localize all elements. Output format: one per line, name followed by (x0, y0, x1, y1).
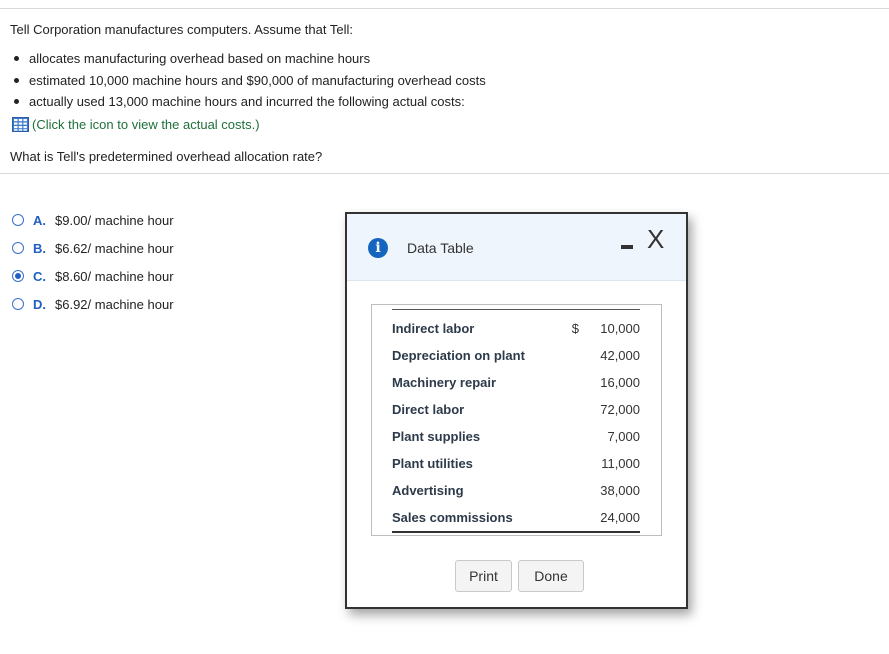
currency-symbol (557, 504, 579, 533)
cost-label: Indirect labor (392, 321, 475, 336)
radio-button[interactable] (12, 298, 24, 310)
currency-symbol: $ (571, 321, 579, 336)
choice-b[interactable]: B. $6.62/ machine hour (12, 234, 174, 262)
problem-intro: Tell Corporation manufactures computers.… (10, 22, 353, 37)
info-icon: i (368, 238, 388, 258)
table-row: Depreciation on plant 42,000 (392, 342, 640, 369)
currency-symbol (557, 369, 579, 396)
choice-c[interactable]: C. $8.60/ machine hour (12, 262, 174, 290)
currency-symbol (557, 396, 579, 423)
table-row: Direct labor 72,000 (392, 396, 640, 423)
print-button[interactable]: Print (455, 560, 512, 592)
costs-table-container: Indirect labor $ 10,000 Depreciation on … (371, 304, 662, 536)
cost-amount: 7,000 (607, 429, 640, 444)
cost-label: Machinery repair (392, 375, 497, 390)
radio-button[interactable] (12, 242, 24, 254)
cost-label: Depreciation on plant (392, 348, 525, 363)
bullet-icon (14, 77, 19, 83)
table-row: Plant utilities 11,000 (392, 450, 640, 477)
bullet-text: allocates manufacturing overhead based o… (29, 51, 371, 67)
table-row: Indirect labor $ 10,000 (392, 315, 640, 342)
radio-button[interactable] (12, 214, 24, 226)
cost-label: Plant utilities (392, 456, 473, 471)
assumption-list: allocates manufacturing overhead based o… (14, 48, 486, 113)
table-icon[interactable] (12, 117, 29, 132)
currency-symbol (557, 477, 579, 504)
icon-link-text[interactable]: (Click the icon to view the actual costs… (32, 117, 260, 132)
cost-amount: 16,000 (600, 375, 640, 390)
cost-label: Plant supplies (392, 429, 481, 444)
actual-costs-table: Indirect labor $ 10,000 Depreciation on … (392, 315, 640, 533)
cost-label: Sales commissions (392, 504, 557, 533)
cost-amount: 24,000 (579, 504, 640, 533)
choice-text[interactable]: $6.62/ machine hour (55, 241, 174, 256)
view-actual-costs-link[interactable]: (Click the icon to view the actual costs… (12, 117, 260, 132)
data-table-dialog: i Data Table X Indirect labor $ 10,000 D… (345, 212, 688, 609)
radio-button-selected[interactable] (12, 270, 24, 282)
currency-symbol (557, 423, 579, 450)
choice-letter: B. (33, 240, 46, 256)
bullet-icon (14, 99, 19, 105)
answer-choices: A. $9.00/ machine hour B. $6.62/ machine… (12, 206, 174, 318)
cost-label: Advertising (392, 483, 464, 498)
choice-a[interactable]: A. $9.00/ machine hour (12, 206, 174, 234)
choice-text[interactable]: $6.92/ machine hour (55, 297, 174, 312)
cost-amount: 42,000 (600, 348, 640, 363)
dialog-title: Data Table (407, 240, 474, 256)
currency-symbol (557, 342, 579, 369)
bullet-text: actually used 13,000 machine hours and i… (29, 94, 465, 110)
choice-letter: A. (33, 212, 46, 228)
list-item: allocates manufacturing overhead based o… (14, 48, 486, 70)
list-item: actually used 13,000 machine hours and i… (14, 91, 486, 113)
table-row: Advertising 38,000 (392, 477, 640, 504)
done-button[interactable]: Done (518, 560, 584, 592)
table-row: Plant supplies 7,000 (392, 423, 640, 450)
cost-amount: 38,000 (600, 483, 640, 498)
choice-letter: C. (33, 268, 46, 284)
currency-symbol (557, 450, 579, 477)
list-item: estimated 10,000 machine hours and $90,0… (14, 70, 486, 92)
choice-text[interactable]: $9.00/ machine hour (55, 213, 174, 228)
choice-letter: D. (33, 296, 46, 312)
cost-amount: 11,000 (601, 456, 640, 471)
section-divider (0, 173, 889, 174)
cost-amount: 10,000 (600, 321, 640, 336)
top-divider (0, 8, 889, 9)
table-row: Machinery repair 16,000 (392, 369, 640, 396)
table-top-rule (392, 309, 640, 310)
bullet-text: estimated 10,000 machine hours and $90,0… (29, 72, 486, 88)
close-icon[interactable]: X (647, 224, 664, 254)
bullet-icon (14, 56, 19, 62)
question-text: What is Tell's predetermined overhead al… (10, 149, 323, 164)
cost-label: Direct labor (392, 402, 465, 417)
table-row: Sales commissions 24,000 (392, 504, 640, 533)
minimize-icon[interactable] (621, 231, 635, 253)
cost-amount: 72,000 (600, 402, 640, 417)
choice-d[interactable]: D. $6.92/ machine hour (12, 290, 174, 318)
dialog-header[interactable]: i Data Table X (347, 214, 686, 281)
choice-text[interactable]: $8.60/ machine hour (55, 269, 174, 284)
